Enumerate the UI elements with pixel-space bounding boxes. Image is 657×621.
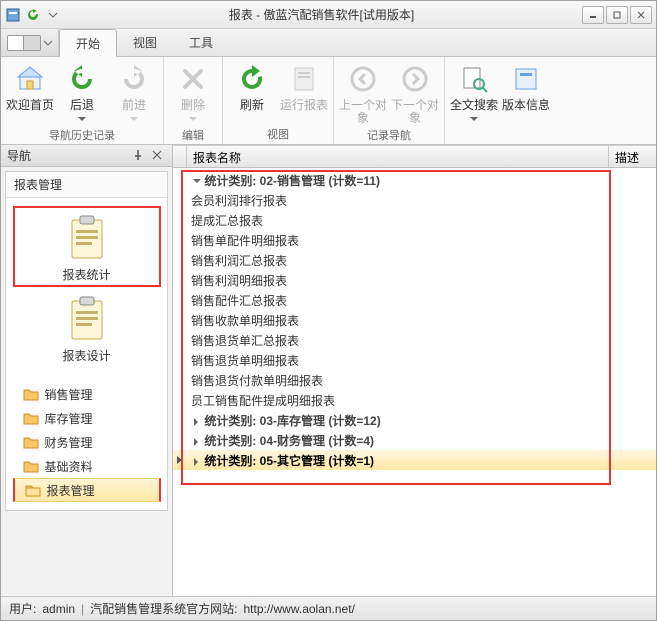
next-object-button: 下一个对象 bbox=[390, 59, 440, 125]
titlebar: 报表 - 傲蓝汽配销售软件[试用版本] bbox=[1, 1, 656, 29]
grid-row[interactable]: 销售退货单明细报表 bbox=[173, 350, 656, 370]
nav-folders: 销售管理 库存管理 财务管理 基础资料 报表管理 bbox=[13, 382, 161, 502]
grid-row[interactable]: 员工销售配件提成明细报表 bbox=[173, 390, 656, 410]
folder-finance[interactable]: 财务管理 bbox=[13, 430, 161, 454]
window-title: 报表 - 傲蓝汽配销售软件[试用版本] bbox=[61, 6, 582, 23]
close-button[interactable] bbox=[630, 6, 652, 24]
nav-header: 导航 bbox=[1, 145, 172, 167]
nav-card-title: 报表管理 bbox=[6, 172, 167, 198]
refresh-icon[interactable] bbox=[25, 7, 41, 23]
group-row[interactable]: 统计类别: 02-销售管理 (计数=11) bbox=[173, 170, 656, 190]
app-icon bbox=[5, 7, 21, 23]
report-design-item[interactable]: 报表设计 bbox=[13, 289, 161, 366]
home-button[interactable]: 欢迎首页 bbox=[5, 59, 55, 125]
minimize-button[interactable] bbox=[582, 6, 604, 24]
status-site-label: 汽配销售管理系统官方网站: bbox=[90, 600, 237, 617]
group-row[interactable]: 统计类别: 03-库存管理 (计数=12) bbox=[173, 410, 656, 430]
grid-row[interactable]: 销售退货付款单明细报表 bbox=[173, 370, 656, 390]
version-info-button[interactable]: 版本信息 bbox=[501, 59, 551, 128]
report-stats-item[interactable]: 报表统计 bbox=[13, 206, 161, 287]
ribbon-group-nav-history: 导航历史记录 bbox=[5, 125, 159, 145]
grid-row[interactable]: 销售配件汇总报表 bbox=[173, 290, 656, 310]
run-report-button: 运行报表 bbox=[279, 59, 329, 124]
grid-row[interactable]: 销售利润汇总报表 bbox=[173, 250, 656, 270]
grid-body[interactable]: 统计类别: 02-销售管理 (计数=11) 会员利润排行报表 提成汇总报表 销售… bbox=[173, 168, 656, 596]
prev-object-button: 上一个对象 bbox=[338, 59, 388, 125]
refresh-button[interactable]: 刷新 bbox=[227, 59, 277, 124]
ribbon-group-record-nav: 记录导航 bbox=[338, 125, 440, 145]
status-user-value: admin bbox=[42, 602, 75, 616]
main-pane: 报表名称 描述 统计类别: 02-销售管理 (计数=11) 会员利润排行报表 提… bbox=[173, 145, 656, 596]
group-row[interactable]: 统计类别: 04-财务管理 (计数=4) bbox=[173, 430, 656, 450]
tab-start[interactable]: 开始 bbox=[59, 29, 117, 57]
grid-row[interactable]: 提成汇总报表 bbox=[173, 210, 656, 230]
group-row-selected[interactable]: 统计类别: 05-其它管理 (计数=1) bbox=[173, 450, 656, 470]
status-site-url[interactable]: http://www.aolan.net/ bbox=[244, 602, 355, 616]
delete-button: 删除 bbox=[168, 59, 218, 125]
ribbon: 欢迎首页 后退 前进 导航历史记录 删除 编辑 刷新 bbox=[1, 57, 656, 145]
grid-row[interactable]: 销售利润明细报表 bbox=[173, 270, 656, 290]
grid-row[interactable]: 销售收款单明细报表 bbox=[173, 310, 656, 330]
ribbon-group-view: 视图 bbox=[227, 124, 329, 144]
nav-title: 导航 bbox=[7, 147, 31, 164]
nav-pane: 导航 报表管理 报表统计 报表设计 销售管理 bbox=[1, 145, 173, 596]
grid-row[interactable]: 销售单配件明细报表 bbox=[173, 230, 656, 250]
folder-sales[interactable]: 销售管理 bbox=[13, 382, 161, 406]
col-report-name[interactable]: 报表名称 bbox=[187, 146, 609, 167]
view-mode-toggle[interactable] bbox=[1, 29, 59, 56]
col-description[interactable]: 描述 bbox=[609, 146, 656, 167]
folder-stock[interactable]: 库存管理 bbox=[13, 406, 161, 430]
grid-header: 报表名称 描述 bbox=[173, 146, 656, 168]
ribbon-tabs: 开始 视图 工具 bbox=[1, 29, 656, 57]
ribbon-group-edit: 编辑 bbox=[168, 125, 218, 145]
grid-row[interactable]: 销售退货单汇总报表 bbox=[173, 330, 656, 350]
statusbar: 用户: admin | 汽配销售管理系统官方网站: http://www.aol… bbox=[1, 596, 656, 620]
dropdown-icon[interactable] bbox=[45, 7, 61, 23]
tab-tools[interactable]: 工具 bbox=[173, 29, 229, 56]
tab-view[interactable]: 视图 bbox=[117, 29, 173, 56]
status-user-label: 用户: bbox=[9, 600, 36, 617]
fulltext-search-button[interactable]: 全文搜索 bbox=[449, 59, 499, 128]
back-button[interactable]: 后退 bbox=[57, 59, 107, 125]
folder-reports[interactable]: 报表管理 bbox=[13, 478, 161, 502]
grid-row[interactable]: 会员利润排行报表 bbox=[173, 190, 656, 210]
close-icon[interactable] bbox=[152, 149, 166, 163]
pin-icon[interactable] bbox=[132, 149, 146, 163]
folder-basic[interactable]: 基础资料 bbox=[13, 454, 161, 478]
forward-button: 前进 bbox=[109, 59, 159, 125]
maximize-button[interactable] bbox=[606, 6, 628, 24]
